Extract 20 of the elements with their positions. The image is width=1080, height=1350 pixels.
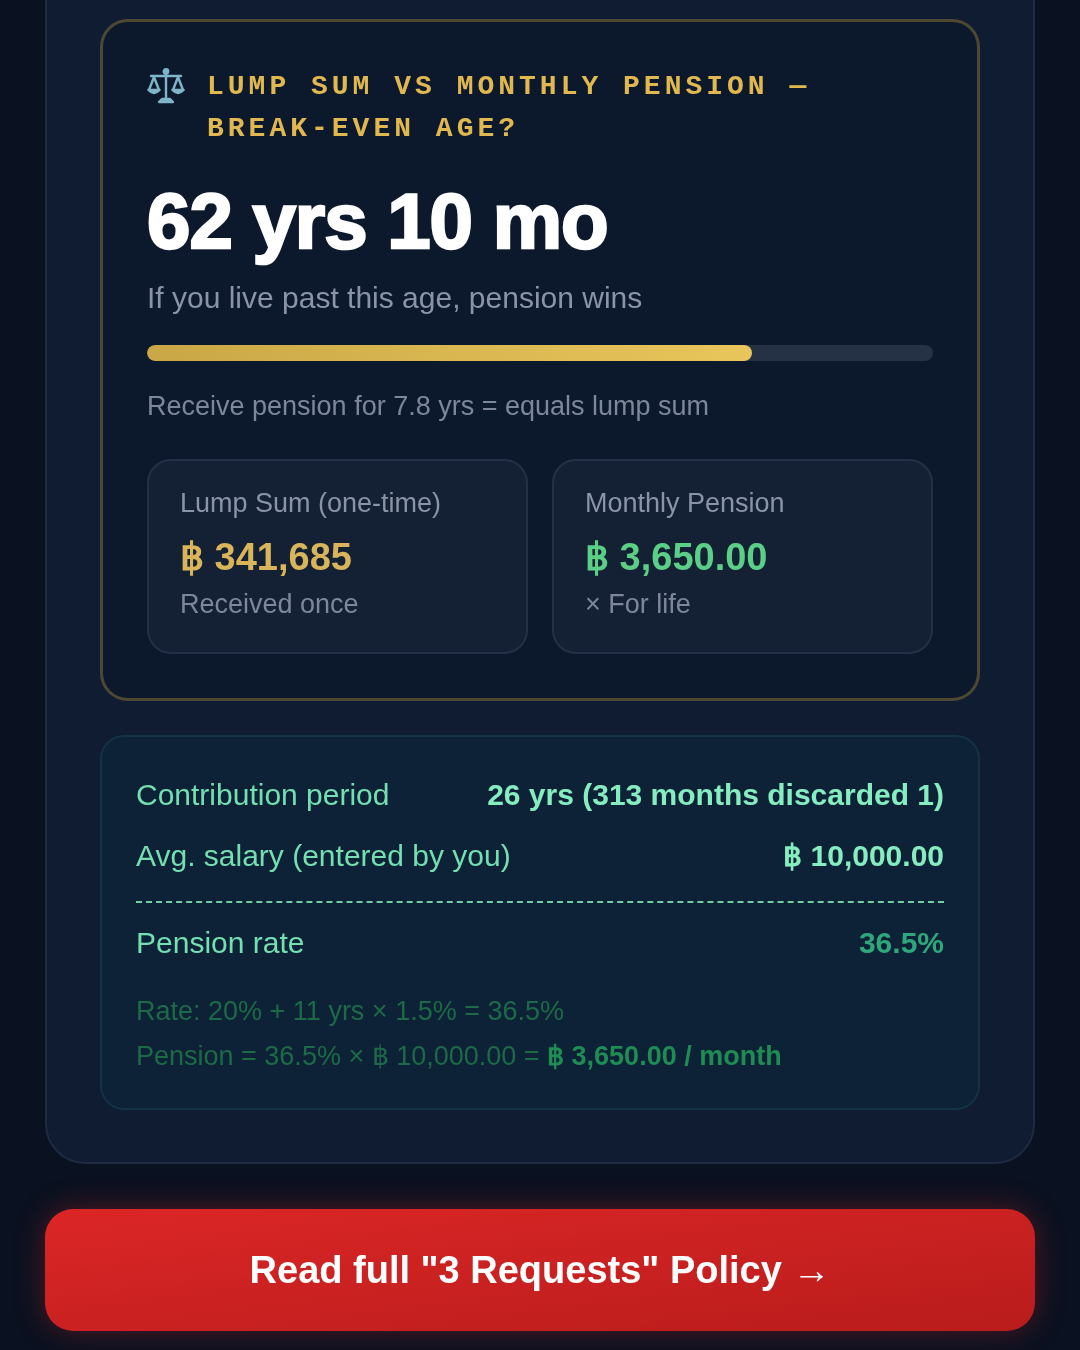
row-label: Avg. salary (entered by you)	[136, 838, 511, 874]
row-label: Contribution period	[136, 777, 390, 813]
balance-scale-icon	[147, 68, 185, 104]
break-even-age: 62 yrs 10 mo	[147, 176, 608, 266]
option-label: Lump Sum (one-time)	[180, 487, 442, 520]
row-value: 26 yrs (313 months discarded 1)	[487, 777, 944, 813]
formula-text: Rate: 20% + 11 yrs × 1.5% = 36.5%	[136, 995, 564, 1028]
row-value: ฿ 10,000.00	[783, 838, 944, 874]
row-value: 36.5%	[858, 925, 944, 961]
option-label: Monthly Pension	[585, 487, 785, 520]
row-label: Pension rate	[136, 925, 305, 961]
break-even-note: Receive pension for 7.8 yrs = equals lump sum	[147, 390, 710, 423]
formula-text: Pension = 36.5% × ฿ 10,000.00 = ฿ 3,650.00 / month	[136, 1040, 782, 1073]
card-title: LUMP SUM VS MONTHLY PENSION — BREAK-EVEN AGE?	[207, 70, 812, 146]
option-caption: Received once	[180, 588, 359, 621]
policy-button[interactable]: Read full "3 Requests" Policy →	[45, 1209, 1035, 1331]
option-amount: ฿ 3,650.00	[585, 535, 768, 580]
card-subtitle: If you live past this age, pension wins	[147, 280, 643, 316]
option-amount: ฿ 341,685	[180, 535, 352, 580]
option-caption: × For life	[585, 588, 691, 621]
